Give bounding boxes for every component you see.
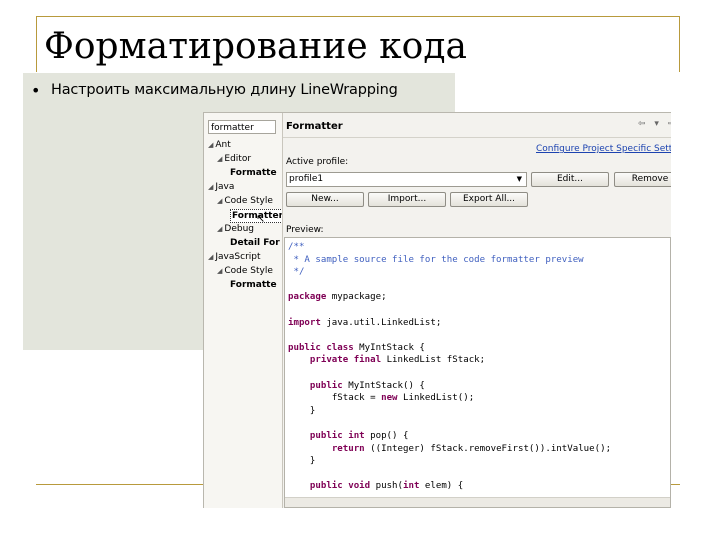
title-divider (283, 137, 671, 138)
code-line: public class MyIntStack { (288, 342, 425, 353)
code-line: fStack = new LinkedList(); (331, 393, 475, 404)
slide-top-rule (36, 16, 680, 17)
formatter-page: Formatter ⇦ ▾ ⇨ ▾ Configure Project Spec… (283, 113, 671, 508)
expand-arrow-icon[interactable]: ◢ (208, 253, 213, 261)
slide-left-rule (36, 16, 37, 72)
page-title: Formatter (286, 121, 343, 132)
tree-item-label: Detail For (230, 238, 280, 248)
bullet-item: • Настроить максимальную длину LineWrapp… (23, 81, 455, 105)
code-line: * A sample source file for the code form… (288, 254, 584, 265)
tree-item[interactable]: ◢ Editor (217, 153, 251, 165)
preview-label: Preview: (286, 225, 324, 235)
expand-arrow-icon[interactable]: ◢ (217, 225, 222, 233)
code-line: public int pop() { (309, 431, 409, 441)
history-nav-icons[interactable]: ⇦ ▾ ⇨ ▾ (638, 119, 671, 129)
remove-button[interactable]: Remove (614, 172, 671, 187)
slide-title: Форматирование кода (44, 26, 467, 67)
tree-item-label: Formatte (230, 168, 277, 178)
code-line: public void push(int elem) { (309, 481, 464, 492)
edit-button[interactable]: Edit... (531, 172, 609, 187)
tree-item-label: Code Style (224, 266, 273, 276)
import-button[interactable]: Import... (368, 192, 446, 207)
expand-arrow-icon[interactable]: ◢ (208, 183, 213, 191)
active-profile-label: Active profile: (286, 157, 349, 167)
tree-item-label: Debug (224, 224, 254, 234)
code-line: public MyIntStack() { (309, 380, 425, 391)
tree-item[interactable]: ◢ Java (208, 181, 234, 193)
code-line: import java.util.LinkedList; (288, 317, 442, 328)
expand-arrow-icon[interactable]: ◢ (217, 155, 222, 163)
horizontal-scrollbar[interactable] (285, 497, 670, 507)
tree-item[interactable]: ◢ Code Style (217, 265, 273, 277)
expand-arrow-icon[interactable]: ◢ (208, 141, 213, 149)
tree-item-label: JavaScript (215, 252, 261, 262)
dropdown-arrow-icon: ▼ (516, 175, 522, 183)
tree-item[interactable]: Detail For (230, 237, 280, 249)
mouse-cursor-icon: ↖ (256, 212, 266, 225)
tree-item-label: Code Style (224, 196, 273, 206)
preferences-tree: formatter ◢ Ant ◢ Editor Formatte ◢ Java ◢ Code … (204, 113, 283, 508)
code-preview: /** * A sample source file for the code … (284, 237, 671, 508)
bullet-marker: • (31, 81, 41, 100)
tree-item[interactable]: Formatte (230, 279, 277, 291)
export-all-button[interactable]: Export All... (450, 192, 528, 207)
tree-item[interactable]: ◢ Debug (217, 223, 254, 235)
configure-project-link[interactable]: Configure Project Specific Settings... (536, 144, 671, 154)
tree-item-label: Ant (215, 140, 231, 150)
tree-item-label: Java (215, 182, 235, 192)
tree-item-label: Formatte (230, 280, 277, 290)
expand-arrow-icon[interactable]: ◢ (217, 267, 222, 275)
code-line: } (288, 456, 316, 467)
tree-item[interactable]: ◢ Ant (208, 139, 231, 151)
expand-arrow-icon[interactable]: ◢ (217, 197, 222, 205)
code-line: private final LinkedList fStack; (309, 355, 486, 366)
profile-select-value: profile1 (289, 174, 324, 184)
slide-right-rule (679, 16, 680, 72)
code-line: /** (288, 242, 305, 252)
code-line: */ (288, 267, 305, 278)
code-line: package mypackage; (288, 292, 387, 303)
tree-item[interactable]: ◢ JavaScript (208, 251, 261, 263)
tree-item-label: Editor (224, 154, 252, 164)
bullet-text: Настроить максимальную длину LineWrappin… (51, 82, 398, 98)
code-line: return ((Integer) fStack.removeFirst()).… (331, 443, 612, 454)
code-line: } (288, 405, 316, 416)
tree-item[interactable]: Formatte (230, 167, 277, 179)
new-button[interactable]: New... (286, 192, 364, 207)
preferences-window: formatter ◢ Ant ◢ Editor Formatte ◢ Java ◢ Code … (203, 112, 671, 508)
profile-select[interactable]: profile1 ▼ (286, 172, 527, 187)
tree-item[interactable]: ◢ Code Style (217, 195, 273, 207)
filter-input[interactable]: formatter (208, 120, 276, 134)
